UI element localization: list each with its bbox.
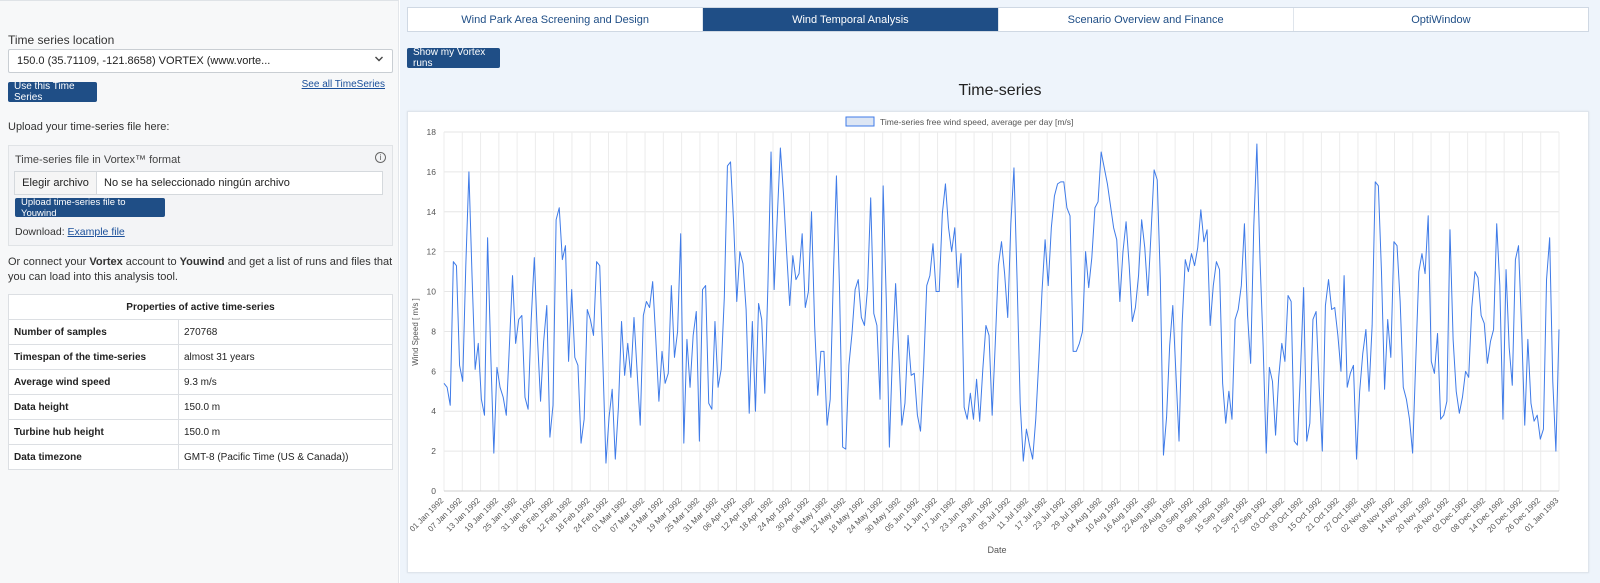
chart-legend: Time-series free wind speed, average per… (845, 116, 1073, 127)
choose-file-button[interactable]: Elegir archivo (15, 172, 97, 194)
property-key: Data height (8, 394, 179, 420)
table-row: Data timezone GMT-8 (Pacific Time (US & C… (8, 444, 393, 470)
y-tick-label: 10 (427, 287, 437, 297)
y-tick-label: 2 (431, 446, 436, 456)
upload-box-title: Time-series file in Vortex™ format (15, 154, 181, 166)
y-tick-label: 18 (427, 127, 437, 137)
time-series-select-value: 150.0 (35.71109, -121.8658) VORTEX (www.… (17, 55, 271, 67)
tab-wind-park-screening[interactable]: Wind Park Area Screening and Design (408, 8, 704, 31)
show-vortex-runs-button[interactable]: Show my Vortex runs (407, 47, 500, 69)
tab-scenario-overview[interactable]: Scenario Overview and Finance (999, 8, 1294, 31)
right-panel: Wind Park Area Screening and Design Wind… (400, 0, 1600, 583)
example-file-link[interactable]: Example file (68, 226, 125, 238)
table-row: Average wind speed 9.3 m/s (8, 369, 393, 395)
property-key: Average wind speed (8, 369, 179, 395)
legend-label: Time-series free wind speed, average per… (880, 117, 1073, 127)
chart-series (443, 143, 1560, 464)
time-series-location-label: Time series location (8, 33, 115, 47)
property-value: 150.0 m (178, 419, 393, 445)
property-key: Timespan of the time-series (8, 344, 179, 370)
upload-box: Time-series file in Vortex™ format i Ele… (8, 145, 393, 246)
tab-optiwindow[interactable]: OptiWindow (1294, 8, 1588, 31)
info-icon[interactable]: i (375, 152, 386, 163)
x-axis: 01 Jan 199207 Jan 199213 Jan 199219 Jan … (408, 490, 1561, 535)
property-key: Data timezone (8, 444, 179, 470)
table-row: Number of samples 270768 (8, 319, 393, 345)
table-row: Turbine hub height 150.0 m (8, 419, 393, 445)
connect-text-part: Or connect your (8, 256, 90, 268)
chart-container: 0 2 4 6 8 10 12 14 16 18 01 Jan 1992 07 Jan 1992 13… (407, 111, 1589, 573)
y-tick-label: 8 (431, 326, 436, 336)
time-series-select[interactable]: 150.0 (35.71109, -121.8658) VORTEX (www.… (8, 49, 393, 73)
properties-table: Properties of active time-series Number … (8, 294, 393, 470)
y-axis-label: Wind Speed [ m/s ] (411, 298, 420, 366)
y-tick-label: 12 (427, 247, 437, 257)
property-value: almost 31 years (178, 344, 393, 370)
wind-speed-line (443, 143, 1560, 464)
table-row: Timespan of the time-series almost 31 yea… (8, 344, 393, 370)
property-value: 150.0 m (178, 394, 393, 420)
left-panel: Time series location 150.0 (35.71109, -1… (0, 0, 399, 583)
use-time-series-button[interactable]: Use this Time Series (8, 81, 97, 103)
tab-wind-temporal-analysis[interactable]: Wind Temporal Analysis (703, 8, 999, 31)
y-tick-label: 14 (427, 207, 437, 217)
tab-bar: Wind Park Area Screening and Design Wind… (407, 7, 1589, 32)
connect-text: Or connect your Vortex account to Youwin… (8, 255, 393, 285)
chart-title: Time-series (958, 82, 1042, 99)
property-value: GMT-8 (Pacific Time (US & Canada)) (178, 444, 393, 470)
y-axis: 0 2 4 6 8 10 12 14 16 18 (427, 127, 437, 496)
time-series-chart: 0 2 4 6 8 10 12 14 16 18 01 Jan 199207 Jan 199213… (408, 116, 1561, 555)
x-axis-label: Date (987, 545, 1006, 555)
file-name-text: No se ha seleccionado ningún archivo (104, 177, 290, 189)
download-row: Download: Example file (15, 226, 125, 238)
vortex-bold: Vortex (89, 256, 123, 268)
y-tick-label: 4 (431, 406, 436, 416)
upload-file-button[interactable]: Upload time-series file to Youwind (15, 197, 165, 219)
connect-text-part: account to (122, 256, 180, 268)
y-tick-label: 6 (431, 366, 436, 376)
y-tick-label: 0 (431, 486, 436, 496)
legend-swatch (845, 116, 875, 127)
youwind-bold: Youwind (179, 256, 225, 268)
download-label: Download: (15, 226, 65, 238)
chevron-down-icon (374, 54, 384, 67)
property-key: Number of samples (8, 319, 179, 345)
y-tick-label: 16 (427, 167, 437, 177)
file-input[interactable]: Elegir archivo No se ha seleccionado nin… (14, 171, 383, 195)
properties-title: Properties of active time-series (8, 294, 393, 320)
property-value: 270768 (178, 319, 393, 345)
table-row: Data height 150.0 m (8, 394, 393, 420)
property-key: Turbine hub height (8, 419, 179, 445)
see-all-timeseries-link[interactable]: See all TimeSeries (302, 79, 385, 90)
property-value: 9.3 m/s (178, 369, 393, 395)
upload-hint: Upload your time-series file here: (8, 121, 170, 133)
